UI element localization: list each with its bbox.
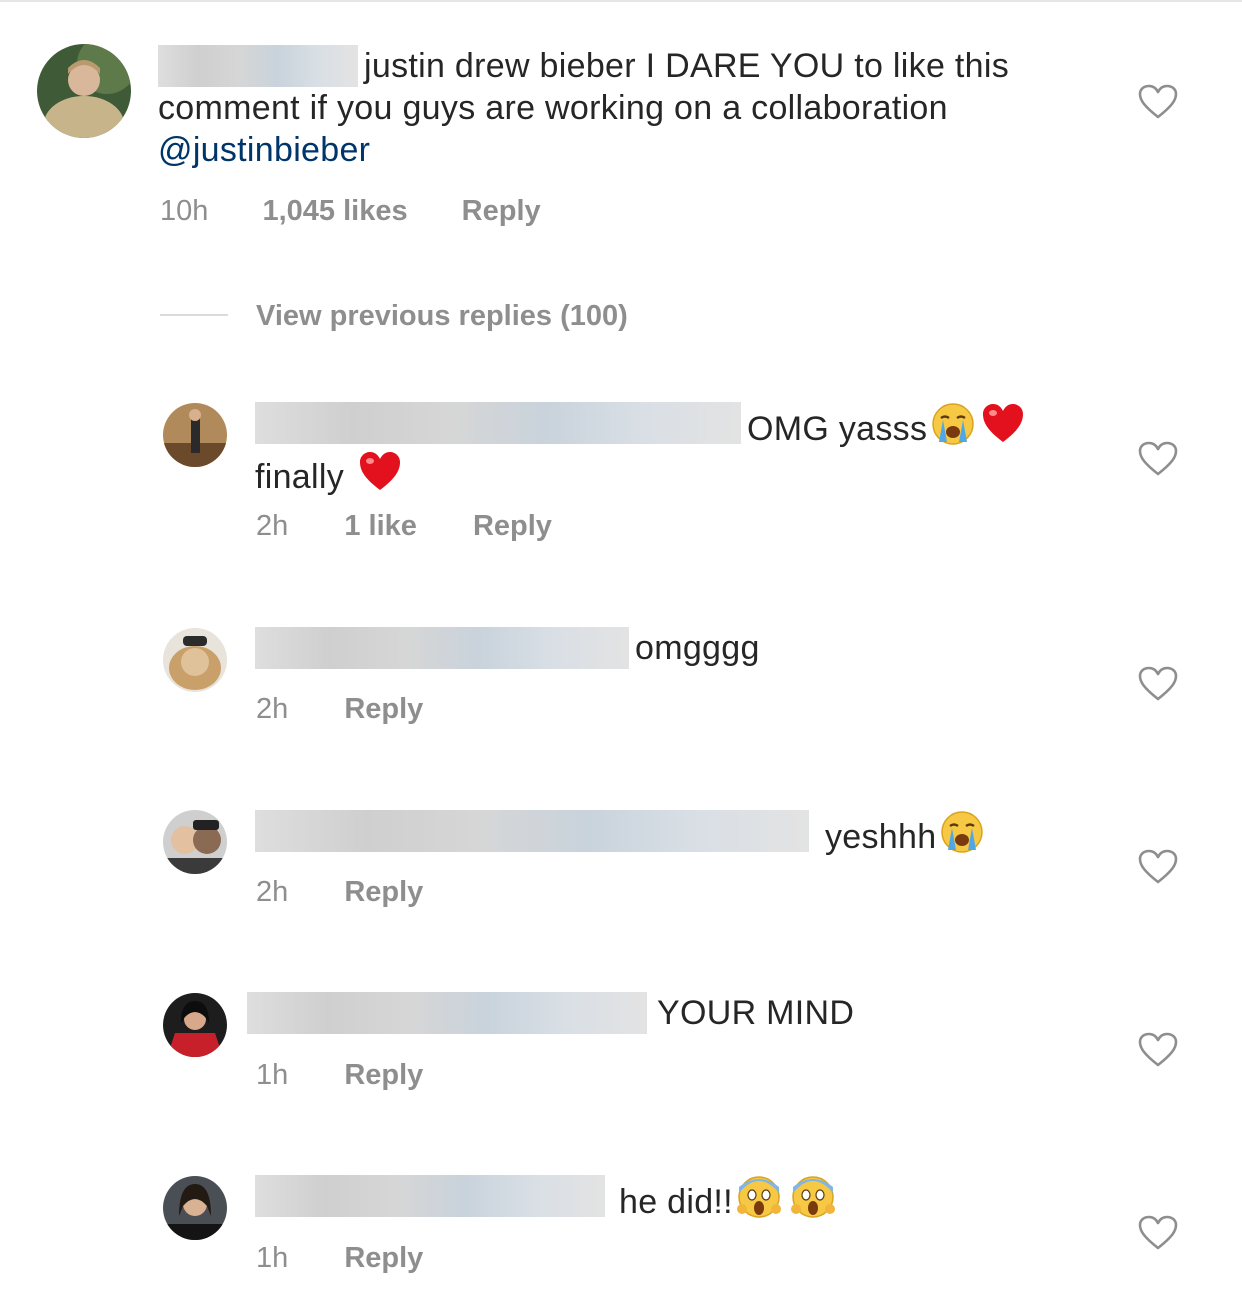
redacted-username[interactable] — [158, 45, 358, 87]
avatar[interactable] — [163, 810, 227, 874]
avatar[interactable] — [163, 1176, 227, 1240]
reply-body: he did!! — [619, 1183, 733, 1221]
face-screaming-in-fear-emoji — [736, 1175, 781, 1219]
loudly-crying-face-emoji — [931, 402, 975, 446]
redacted-username[interactable] — [255, 627, 629, 669]
reply-text: he did!! — [255, 1175, 1115, 1223]
reply-button[interactable]: Reply — [462, 194, 541, 228]
red-heart-emoji — [358, 450, 402, 494]
replies-divider — [160, 314, 228, 316]
mention-link[interactable]: @justinbieber — [158, 131, 370, 169]
timestamp: 2h — [256, 693, 289, 725]
reply-meta: 2h Reply — [256, 875, 423, 909]
heart-outline-icon[interactable] — [1138, 1032, 1178, 1068]
reply-body: YOUR MIND — [657, 994, 855, 1032]
timestamp: 2h — [256, 876, 289, 908]
avatar[interactable] — [163, 403, 227, 467]
comment-meta: 10h 1,045 likes Reply — [160, 194, 541, 228]
timestamp: 2h — [256, 510, 289, 542]
reply-button[interactable]: Reply — [344, 875, 423, 909]
timestamp: 10h — [160, 195, 209, 227]
reply-button[interactable]: Reply — [344, 1058, 423, 1092]
reply-text: YOUR MIND — [247, 992, 1107, 1034]
heart-outline-icon[interactable] — [1138, 849, 1178, 885]
likes-count[interactable]: 1 like — [344, 509, 417, 543]
reply-button[interactable]: Reply — [473, 509, 552, 543]
reply-button[interactable]: Reply — [344, 1241, 423, 1275]
heart-outline-icon[interactable] — [1138, 666, 1178, 702]
redacted-username[interactable] — [255, 402, 741, 444]
reply-meta: 1h Reply — [256, 1241, 423, 1275]
reply-body: yeshhh — [825, 818, 937, 856]
redacted-username[interactable] — [255, 1175, 605, 1217]
avatar[interactable] — [37, 44, 131, 138]
avatar[interactable] — [163, 993, 227, 1057]
view-previous-label[interactable]: View previous replies (100) — [256, 297, 628, 335]
reply-meta: 2h 1 like Reply — [256, 509, 552, 543]
comment-text: justin drew bieber I DARE YOU to like th… — [158, 45, 1108, 171]
loudly-crying-face-emoji — [940, 810, 984, 854]
heart-outline-icon[interactable] — [1138, 441, 1178, 477]
reply-text: yeshhh — [255, 810, 1115, 858]
red-heart-emoji — [981, 402, 1025, 446]
reply-body-line2: finally — [255, 458, 345, 496]
timestamp: 1h — [256, 1242, 289, 1274]
heart-outline-icon[interactable] — [1138, 84, 1178, 120]
reply-button[interactable]: Reply — [344, 692, 423, 726]
heart-outline-icon[interactable] — [1138, 1215, 1178, 1251]
reply-text: omgggg — [255, 627, 1115, 669]
redacted-username[interactable] — [255, 810, 809, 852]
reply-meta: 2h Reply — [256, 692, 423, 726]
reply-body: OMG yasss — [747, 410, 928, 448]
likes-count[interactable]: 1,045 likes — [262, 194, 407, 228]
reply-text: OMG yasss finally — [255, 402, 1115, 498]
reply-meta: 1h Reply — [256, 1058, 423, 1092]
avatar[interactable] — [163, 628, 227, 692]
top-divider — [0, 0, 1242, 2]
face-screaming-in-fear-emoji — [790, 1175, 835, 1219]
timestamp: 1h — [256, 1059, 289, 1091]
redacted-username[interactable] — [247, 992, 647, 1034]
reply-body: omgggg — [635, 629, 760, 667]
